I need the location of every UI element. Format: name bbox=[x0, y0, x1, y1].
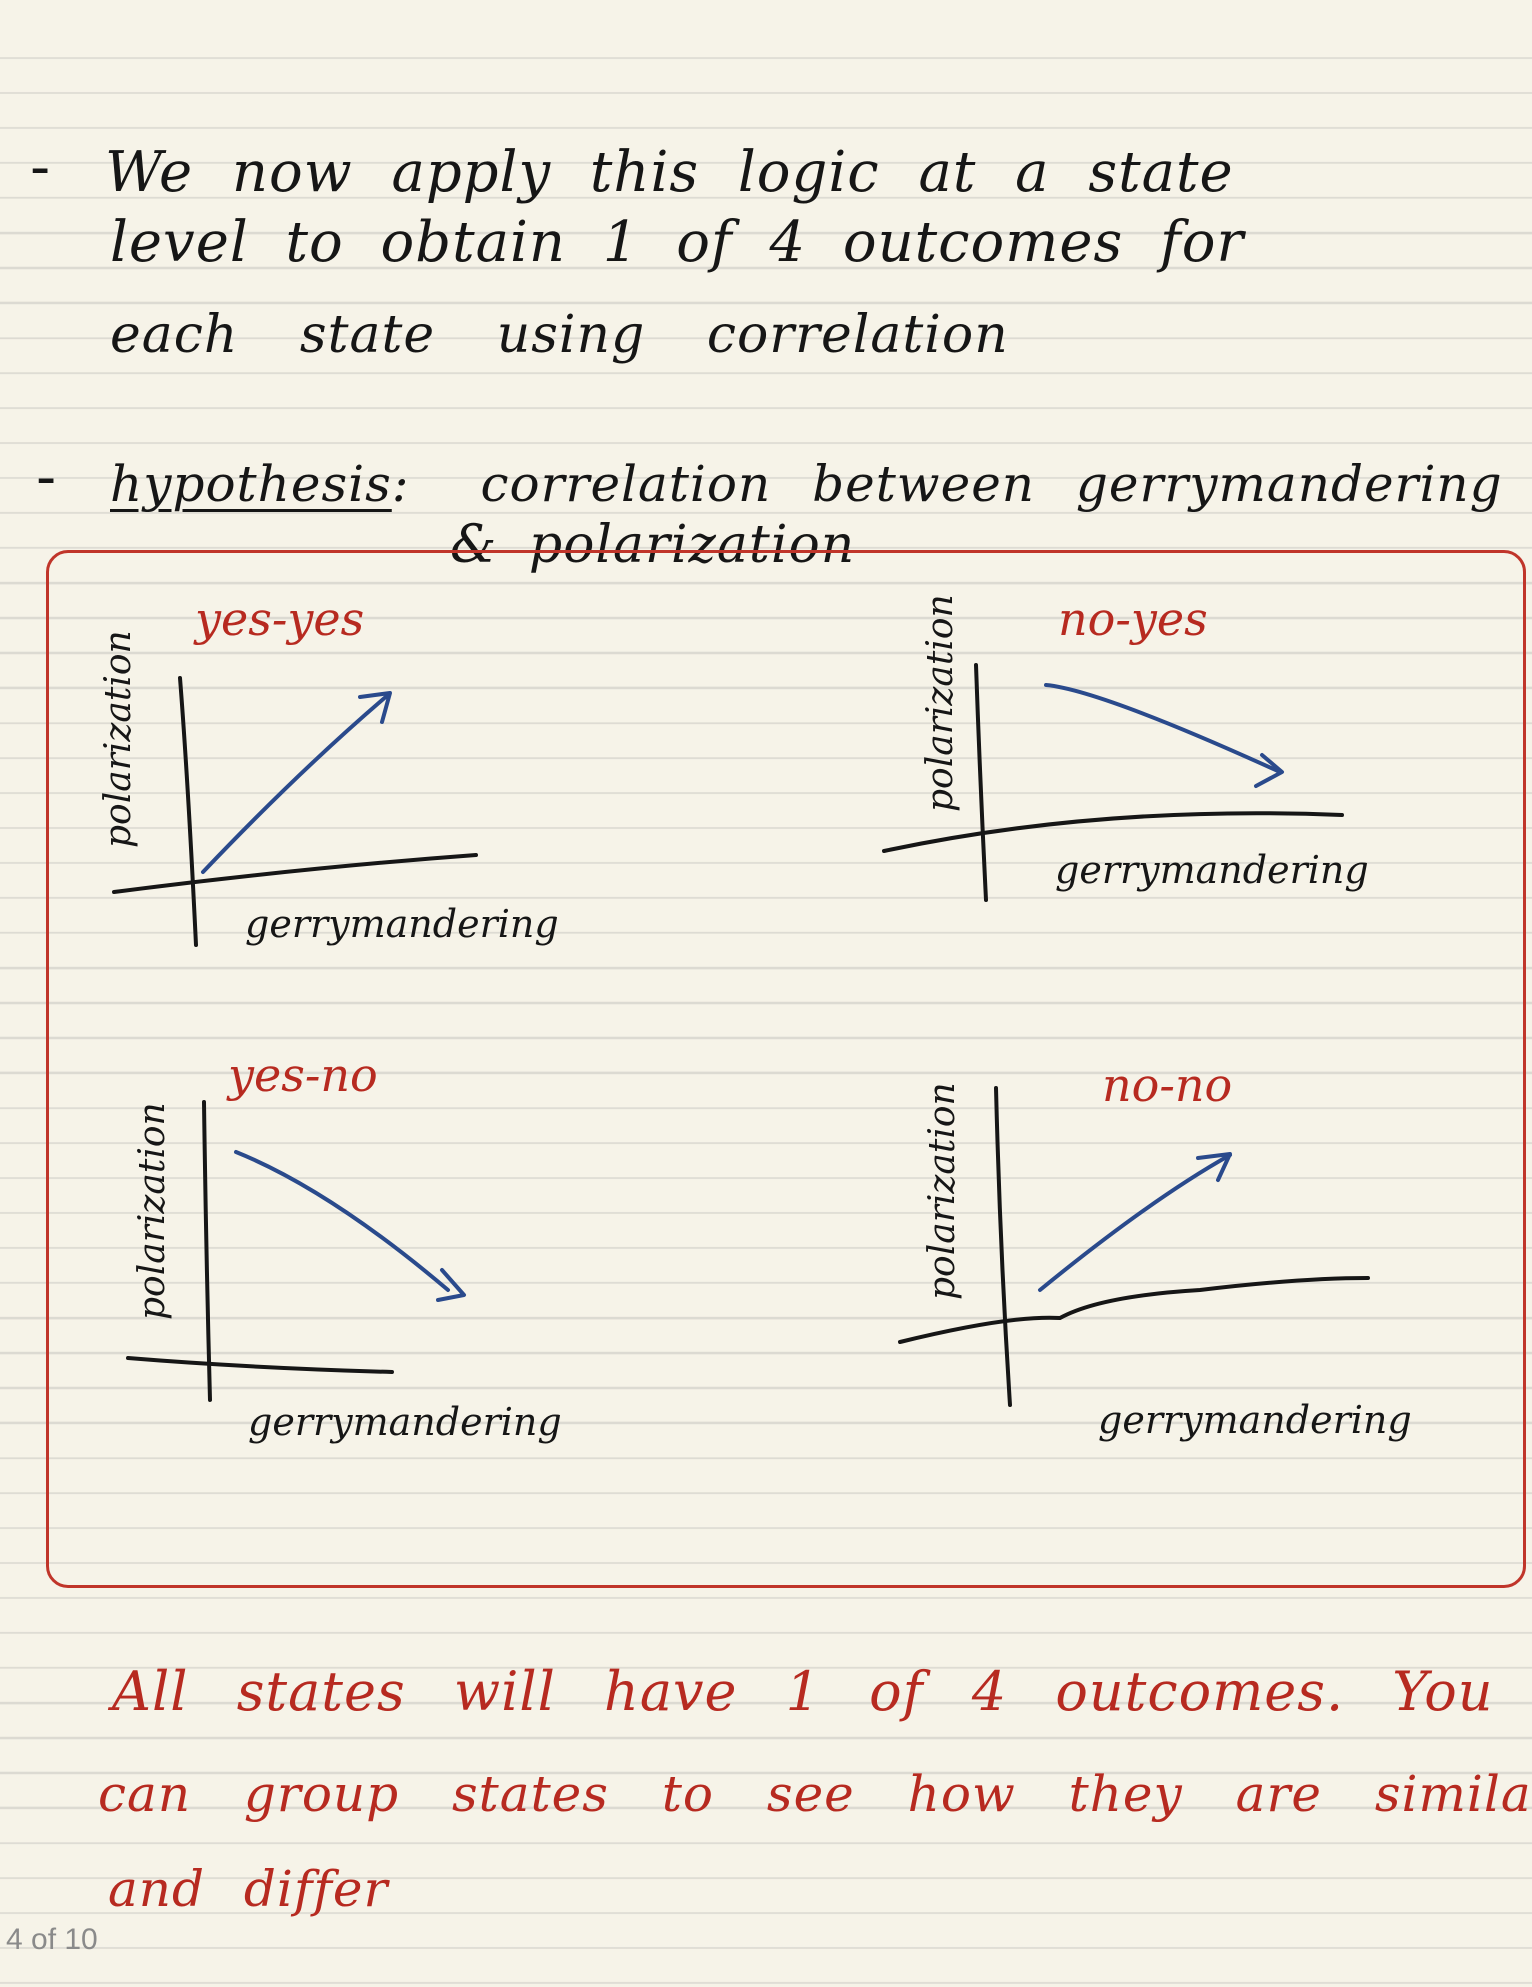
trend-arrow-increasing bbox=[1038, 1153, 1232, 1292]
x-axis bbox=[898, 1276, 1370, 1344]
conclusion-line-2: can group states to see how they are sim… bbox=[98, 1765, 1532, 1823]
notebook-page: - We now apply this logic at a state lev… bbox=[0, 0, 1532, 1987]
conclusion-line-3: and differ bbox=[108, 1860, 389, 1918]
page-indicator: 4 of 10 bbox=[6, 1923, 98, 1956]
y-axis bbox=[994, 1086, 1012, 1407]
conclusion-line-1: All states will have 1 of 4 outcomes. Yo… bbox=[112, 1660, 1494, 1723]
